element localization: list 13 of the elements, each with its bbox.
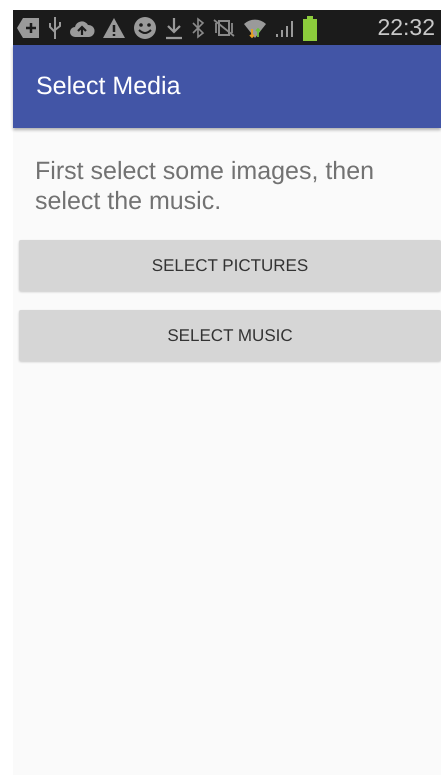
usb-icon [48,16,62,40]
warning-icon [102,16,126,38]
app-bar-title: Select Media [36,70,181,102]
bluetooth-icon [191,16,205,38]
battery-icon [303,14,317,40]
smiley-icon [133,16,157,40]
download-icon [164,16,184,40]
select-button[interactable]: SELECT MUSIC [19,310,441,361]
instruction-text: First select some images, then select the music. [35,156,376,216]
vibrate-off-icon [212,18,236,38]
plus-icon [17,16,41,38]
clock-time: 22:32 [377,16,435,39]
select-button[interactable]: SELECT PICTURES [19,240,441,291]
